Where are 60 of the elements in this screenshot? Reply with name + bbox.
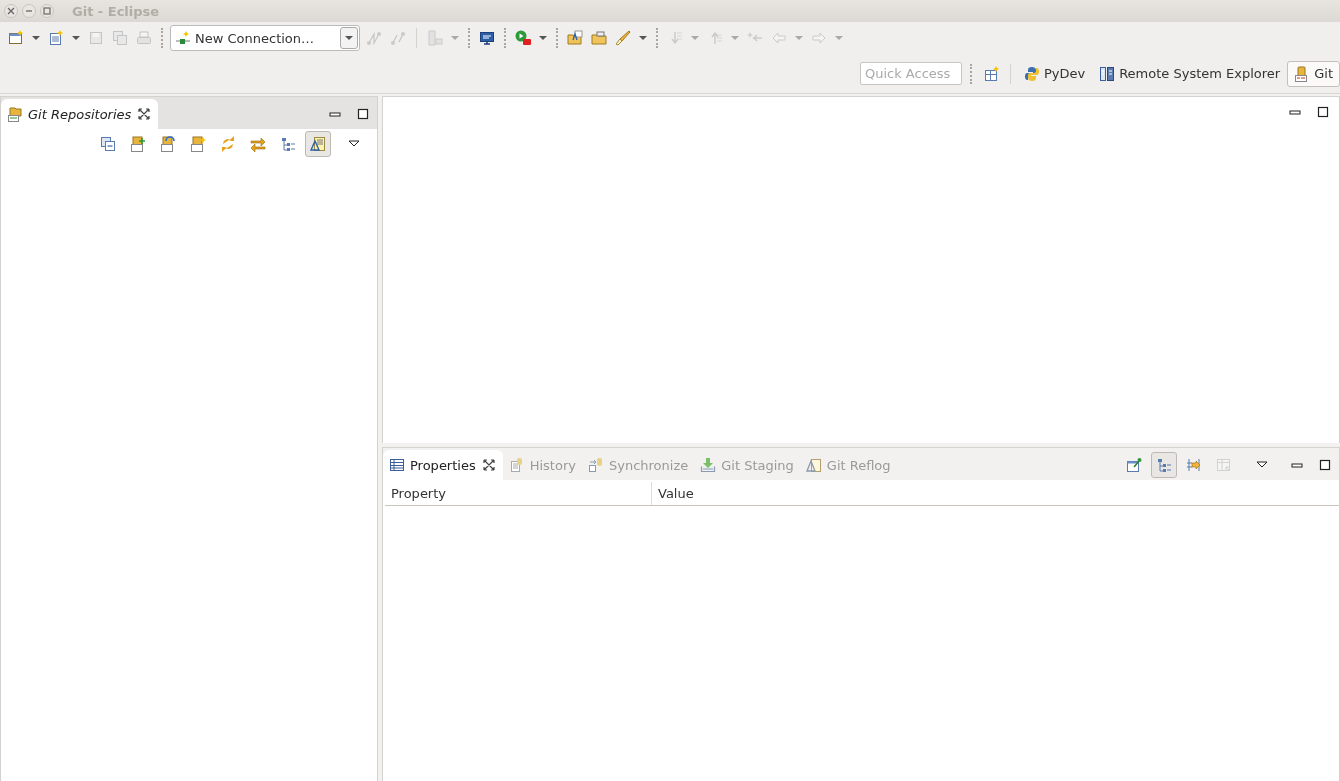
view-tab[interactable]: Git Repositories — [1, 99, 159, 129]
server-explorer-icon — [1099, 65, 1116, 82]
perspective-button[interactable]: Remote System Explorer — [1092, 60, 1288, 87]
forward-arrow-icon — [811, 30, 827, 46]
synchronize-icon — [587, 457, 604, 473]
folder-icon — [591, 30, 607, 46]
tree-icon — [1156, 457, 1172, 473]
close-icon — [7, 7, 15, 15]
collapse-all-icon — [100, 136, 116, 152]
column-header[interactable]: Property — [385, 482, 652, 505]
run-icon — [515, 30, 531, 46]
quick-access-field[interactable]: Quick Access — [859, 62, 962, 85]
maximize-icon — [1315, 104, 1331, 120]
minimize-window-button[interactable] — [22, 4, 36, 18]
view-tab[interactable]: Properties — [383, 450, 503, 480]
perspective-icon — [983, 65, 1000, 82]
print-icon — [136, 30, 152, 46]
perspective-button[interactable]: Git — [1287, 60, 1340, 87]
refresh-icon — [220, 136, 236, 152]
new-file-icon — [48, 30, 64, 46]
open-type-icon — [567, 30, 583, 46]
connection-combo[interactable]: New Connection… — [170, 25, 360, 51]
table-icon — [389, 457, 405, 473]
reflog-icon — [805, 457, 822, 473]
history-icon — [508, 457, 525, 473]
maximize-icon — [43, 7, 51, 15]
add-repository-icon — [130, 136, 146, 152]
create-repository-icon — [190, 136, 206, 152]
hierarchy-icon — [427, 30, 443, 46]
document-filter-icon — [310, 136, 326, 152]
tree-button[interactable] — [1151, 452, 1177, 478]
tree-icon — [280, 136, 296, 152]
close-window-button[interactable] — [4, 4, 18, 18]
combo-value: New Connection… — [195, 30, 316, 46]
restore-defaults-icon — [1216, 457, 1232, 473]
link-arrows-icon — [250, 136, 266, 152]
filter-arrows-icon — [1186, 457, 1202, 473]
git-folder-icon — [7, 106, 23, 122]
monitor-icon — [479, 30, 495, 46]
brush-icon — [615, 30, 631, 46]
maximize-icon — [355, 106, 371, 122]
connect-icon — [366, 30, 382, 46]
maximize-icon — [1317, 457, 1333, 473]
close-icon — [480, 457, 497, 473]
python-icon — [1023, 65, 1040, 82]
staging-icon — [700, 457, 717, 473]
disconnect-icon — [390, 30, 406, 46]
pin-icon — [1126, 457, 1142, 473]
clone-repository-icon — [160, 136, 176, 152]
combo-connection-icon — [175, 30, 191, 46]
new-window-icon — [8, 30, 24, 46]
document-filter-button[interactable] — [305, 131, 331, 157]
minimize-icon — [25, 7, 33, 15]
back-arrow-icon — [771, 30, 787, 46]
column-header[interactable]: Value — [652, 482, 1339, 505]
perspective-button[interactable]: PyDev — [1016, 60, 1093, 87]
close-icon — [136, 106, 153, 122]
maximize-window-button[interactable] — [40, 4, 54, 18]
save-all-icon — [112, 30, 128, 46]
combo-dropdown-button[interactable] — [340, 27, 358, 49]
